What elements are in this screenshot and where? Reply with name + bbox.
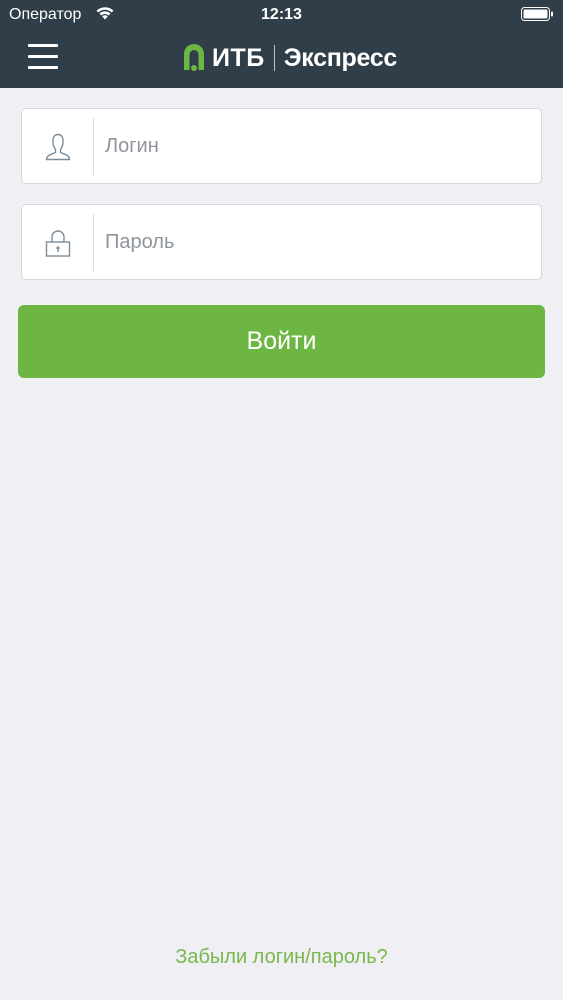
logo-mark-icon [184, 44, 204, 71]
forgot-credentials-link[interactable]: Забыли логин/пароль? [0, 946, 563, 969]
login-input[interactable] [105, 109, 525, 183]
hamburger-icon-bar [28, 66, 58, 69]
lock-icon [42, 227, 74, 259]
logo-divider [273, 45, 275, 71]
menu-button[interactable] [28, 44, 58, 70]
password-field[interactable] [21, 204, 542, 280]
nav-bar: ИТБ Экспресс [0, 30, 563, 88]
status-bar: Оператор 12:13 [0, 0, 563, 30]
hamburger-icon-bar [28, 44, 58, 47]
clock: 12:13 [261, 6, 302, 23]
field-divider [93, 118, 94, 175]
user-icon [42, 131, 74, 163]
battery-icon [521, 6, 554, 22]
login-button[interactable]: Войти [18, 305, 545, 378]
logo-text: ИТБ [212, 43, 265, 72]
app-logo: ИТБ Экспресс [181, 42, 397, 74]
password-input[interactable] [105, 205, 525, 279]
logo-subtext: Экспресс [283, 43, 398, 72]
login-field[interactable] [21, 108, 542, 184]
hamburger-icon-bar [28, 55, 58, 58]
field-divider [93, 214, 94, 271]
